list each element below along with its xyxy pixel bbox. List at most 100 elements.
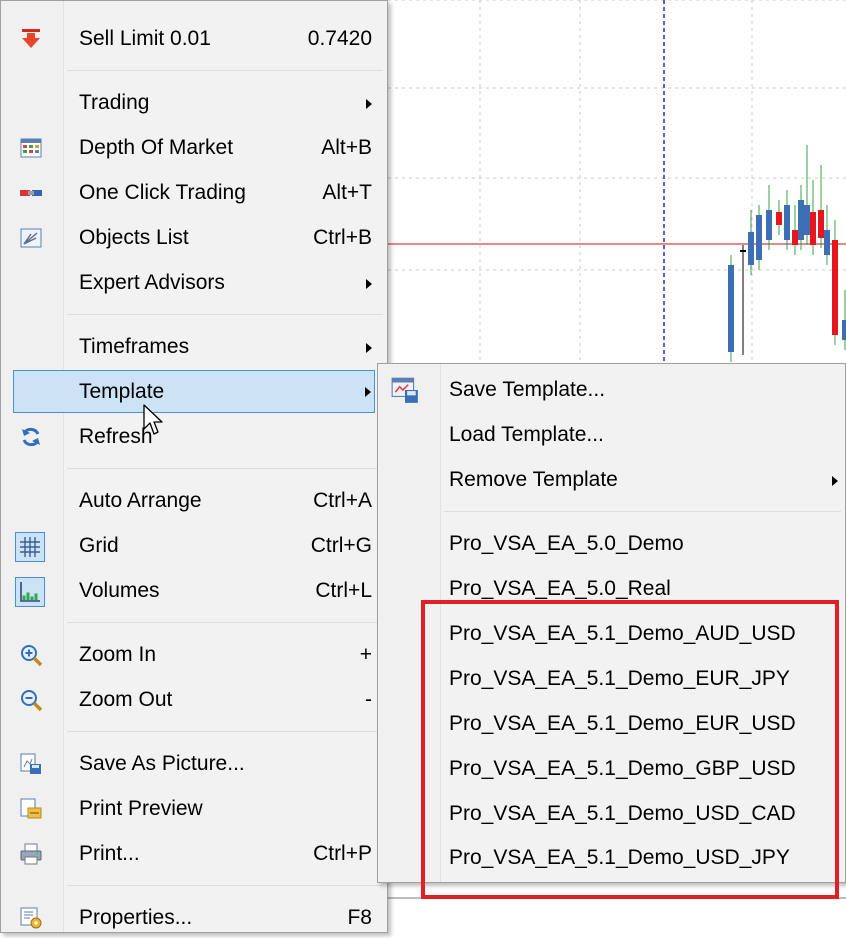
submenu-item-template[interactable]: Pro_VSA_EA_5.1_Demo_USD_JPY [380, 838, 846, 878]
menu-item-depth-of-market[interactable]: Depth Of Market Alt+B [11, 128, 386, 168]
menu-item-shortcut: Ctrl+P [313, 842, 372, 865]
candle-body [728, 265, 734, 352]
candle-body [748, 232, 754, 265]
menu-separator [67, 622, 383, 623]
menu-item-shortcut: Alt+T [322, 181, 372, 204]
menu-item-label: Pro_VSA_EA_5.1_Demo_EUR_USD [449, 712, 796, 735]
depth-of-market-icon [20, 138, 42, 158]
zoom-in-icon [21, 645, 43, 667]
menu-item-label: Properties... [79, 906, 193, 929]
menu-item-label: Pro_VSA_EA_5.1_Demo_EUR_JPY [449, 667, 790, 690]
menu-item-shortcut: Ctrl+A [313, 489, 372, 512]
properties-icon [20, 907, 42, 929]
menu-item-print[interactable]: Print... Ctrl+P [11, 834, 386, 874]
submenu-item-template[interactable]: Pro_VSA_EA_5.0_Demo [380, 524, 846, 564]
candle-body [798, 200, 804, 240]
menu-item-shortcut: Alt+B [321, 136, 372, 159]
save-template-icon [391, 377, 418, 403]
menu-item-label: Pro_VSA_EA_5.1_Demo_USD_JPY [449, 846, 790, 869]
menu-item-properties[interactable]: Properties... F8 [11, 898, 386, 938]
menu-item-label: Zoom Out [79, 688, 173, 711]
menu-item-label: Pro_VSA_EA_5.1_Demo_GBP_USD [449, 757, 796, 780]
menu-item-label: Zoom In [79, 643, 157, 666]
mouse-cursor-icon [143, 404, 163, 435]
menu-item-label: Pro_VSA_EA_5.0_Demo [449, 532, 684, 555]
menu-item-trading[interactable]: Trading [11, 83, 386, 123]
submenu-arrow-icon [832, 476, 838, 486]
menu-item-zoom-out[interactable]: Zoom Out - [11, 680, 386, 720]
menu-item-label: Refresh [79, 425, 153, 448]
submenu-item-remove-template[interactable]: Remove Template [380, 460, 846, 500]
submenu-item-template[interactable]: Pro_VSA_EA_5.1_Demo_EUR_JPY [380, 659, 846, 699]
template-submenu: Save Template... Load Template... Remove… [377, 363, 846, 883]
candle-body [792, 230, 798, 245]
menu-item-print-preview[interactable]: Print Preview [11, 789, 386, 829]
submenu-arrow-icon [366, 99, 372, 109]
candle-body [766, 210, 772, 240]
menu-item-label: One Click Trading [79, 181, 246, 204]
menu-item-label: Expert Advisors [79, 271, 225, 294]
menu-item-label: Load Template... [449, 423, 604, 446]
menu-separator [67, 885, 383, 886]
submenu-item-save-template[interactable]: Save Template... [380, 370, 846, 410]
menu-item-refresh[interactable]: Refresh [11, 417, 386, 457]
candle-body [804, 205, 810, 235]
submenu-item-template[interactable]: Pro_VSA_EA_5.1_Demo_GBP_USD [380, 749, 846, 789]
menu-item-auto-arrange[interactable]: Auto Arrange Ctrl+A [11, 481, 386, 521]
candle-body [756, 215, 762, 260]
menu-item-label: Grid [79, 534, 119, 557]
candle-body [832, 240, 838, 335]
menu-separator [67, 314, 383, 315]
menu-item-label: Auto Arrange [79, 489, 202, 512]
submenu-item-template[interactable]: Pro_VSA_EA_5.1_Demo_EUR_USD [380, 704, 846, 744]
save-picture-icon [20, 753, 41, 774]
candle-body [810, 212, 816, 245]
menu-item-zoom-in[interactable]: Zoom In + [11, 635, 386, 675]
menu-item-objects-list[interactable]: Objects List Ctrl+B [11, 218, 386, 258]
candle-body [842, 320, 846, 340]
menu-item-label: Pro_VSA_EA_5.0_Real [449, 577, 671, 600]
objects-list-icon [20, 228, 42, 248]
zoom-out-icon [21, 690, 43, 712]
menu-item-expert-advisors[interactable]: Expert Advisors [11, 263, 386, 303]
print-preview-icon [20, 798, 42, 819]
menu-item-timeframes[interactable]: Timeframes [11, 327, 386, 367]
menu-item-label: Sell Limit 0.01 [79, 27, 211, 50]
submenu-item-load-template[interactable]: Load Template... [380, 415, 846, 455]
menu-item-label: Timeframes [79, 335, 190, 358]
candle-body [818, 210, 824, 238]
submenu-item-template[interactable]: Pro_VSA_EA_5.1_Demo_AUD_USD [380, 614, 846, 654]
menu-item-one-click-trading[interactable]: One Click Trading Alt+T [11, 173, 386, 213]
menu-item-volumes[interactable]: Volumes Ctrl+L [11, 571, 386, 611]
menu-item-grid[interactable]: Grid Ctrl+G [11, 526, 386, 566]
menu-item-shortcut: - [365, 688, 372, 711]
candle-body [824, 230, 830, 255]
refresh-icon [22, 427, 40, 447]
menu-item-shortcut: Ctrl+G [310, 534, 372, 557]
chart-grid [388, 0, 846, 360]
menu-separator [67, 70, 383, 71]
menu-item-label: Objects List [79, 226, 189, 249]
menu-item-label: Save Template... [449, 378, 606, 401]
candle-body [784, 205, 790, 240]
menu-item-template[interactable]: Template [13, 370, 375, 413]
menu-item-label: Print Preview [79, 797, 203, 820]
menu-item-shortcut: + [359, 643, 372, 666]
submenu-arrow-icon [365, 387, 371, 397]
menu-item-shortcut: F8 [347, 906, 372, 929]
candle-body [740, 250, 746, 252]
menu-item-label: Pro_VSA_EA_5.1_Demo_USD_CAD [449, 802, 796, 825]
menu-item-label: Trading [79, 91, 150, 114]
menu-item-price: 0.7420 [307, 27, 372, 50]
menu-item-save-as-picture[interactable]: Save As Picture... [11, 744, 386, 784]
menu-separator [67, 468, 383, 469]
submenu-item-template[interactable]: Pro_VSA_EA_5.0_Real [380, 569, 846, 609]
menu-separator [444, 511, 841, 512]
submenu-arrow-icon [366, 279, 372, 289]
menu-item-label: Depth Of Market [79, 136, 234, 159]
menu-item-label: Volumes [79, 579, 160, 602]
menu-item-sell-limit[interactable]: Sell Limit 0.01 0.7420 [11, 19, 386, 59]
menu-item-label: Pro_VSA_EA_5.1_Demo_AUD_USD [449, 622, 796, 645]
submenu-item-template[interactable]: Pro_VSA_EA_5.1_Demo_USD_CAD [380, 794, 846, 834]
menu-item-label: Print... [79, 842, 140, 865]
